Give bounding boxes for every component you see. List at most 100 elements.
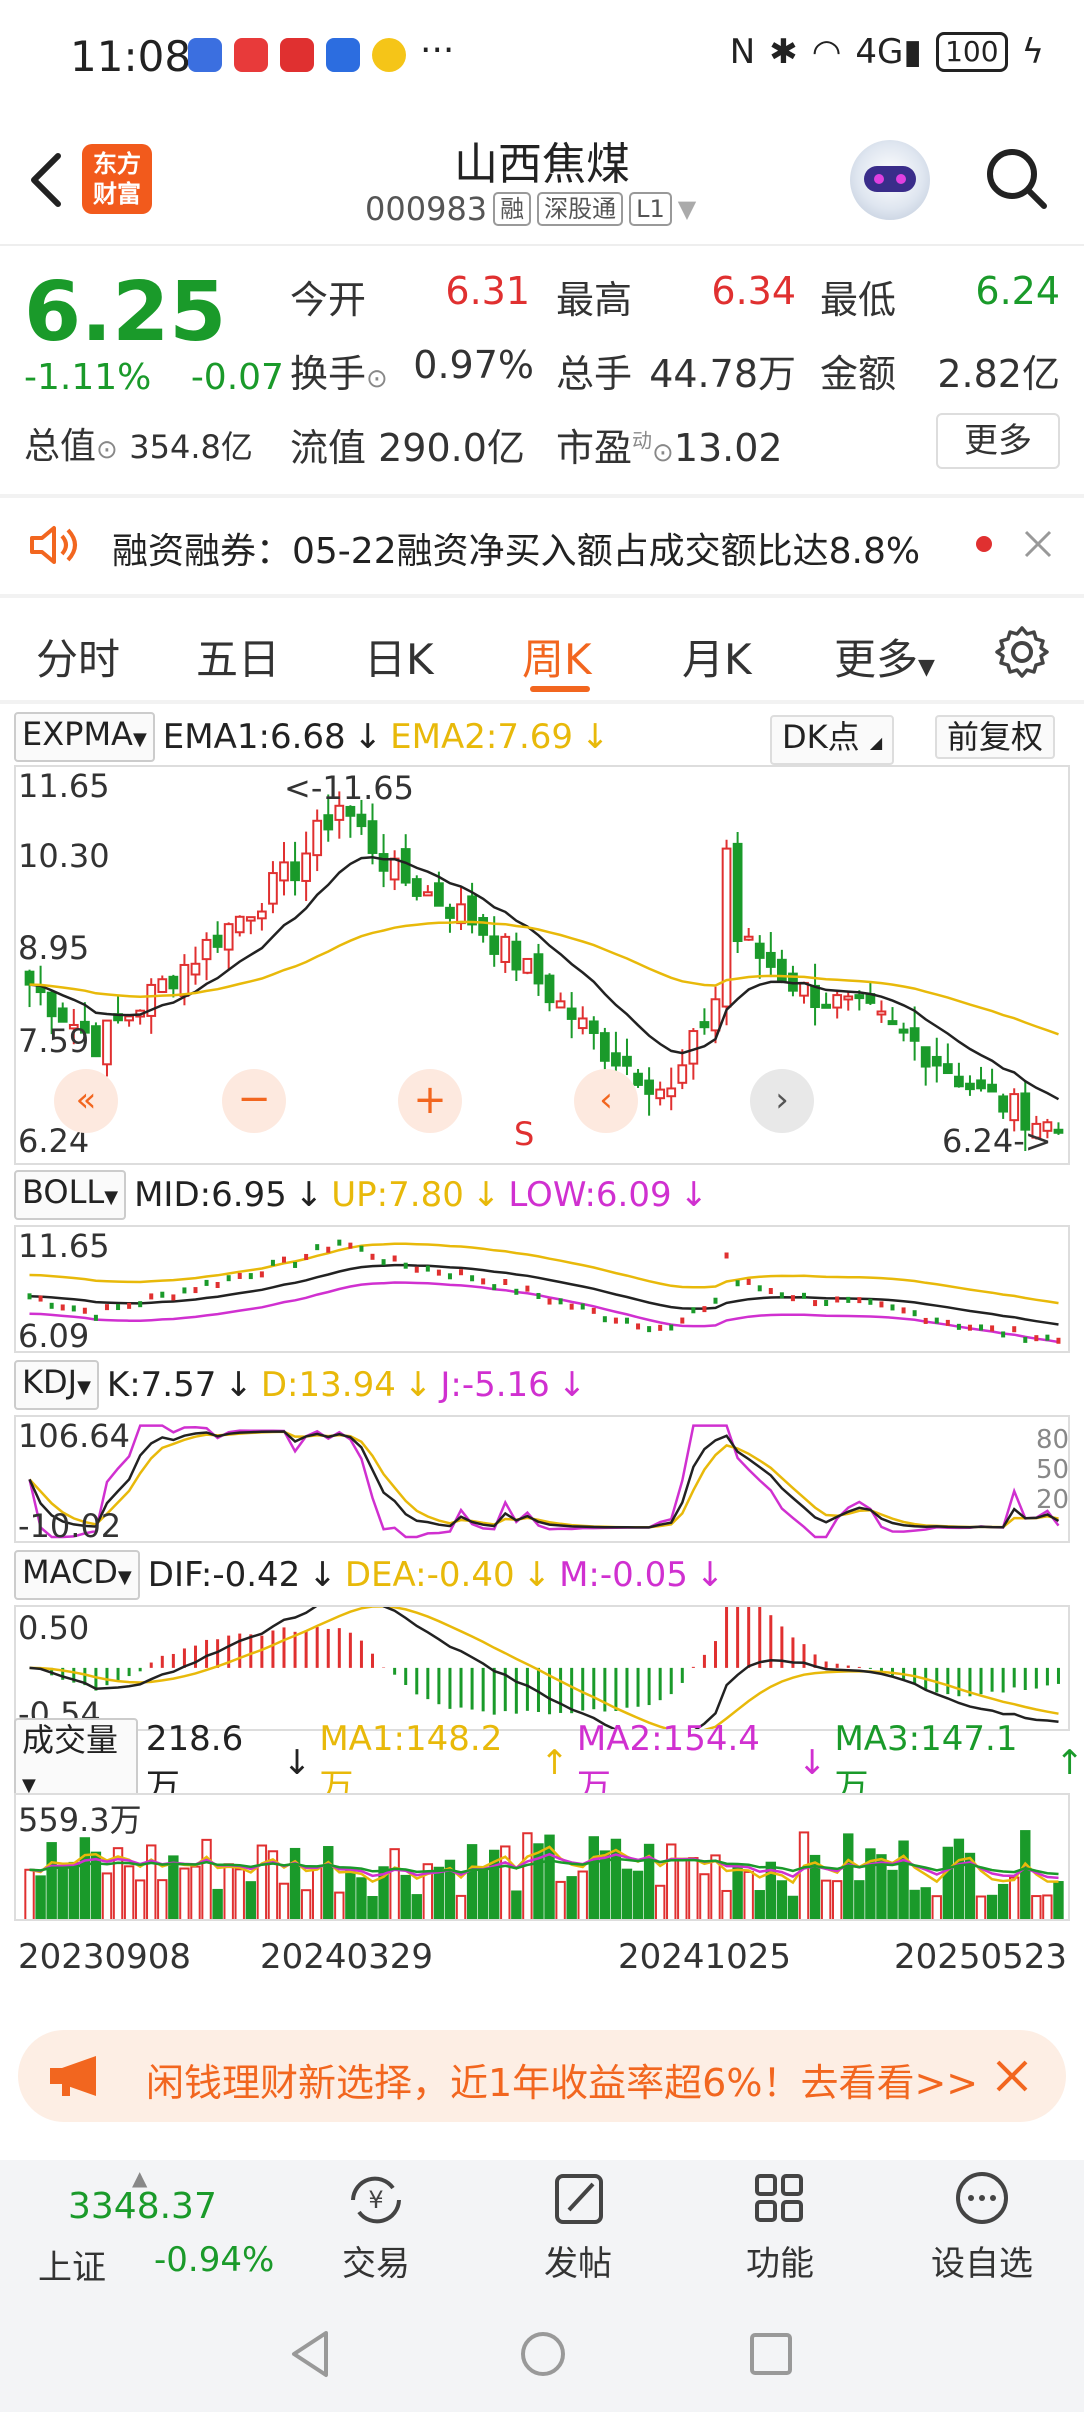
volume-bar (190, 1865, 201, 1919)
kdj-pane[interactable]: 106.64 -10.02 80 50 20 (14, 1415, 1070, 1543)
turnover-label: 换手⊙ (290, 352, 388, 396)
assistant-robot-icon[interactable] (850, 140, 930, 220)
volume-bar (632, 1870, 644, 1919)
macd-select[interactable]: MACD▼ (14, 1550, 140, 1600)
boll-candle (536, 1292, 541, 1299)
index-value[interactable]: 3348.37 (68, 2186, 217, 2227)
tab-monthly-k[interactable]: 月K (682, 626, 752, 687)
more-button[interactable]: 更多 (936, 413, 1060, 469)
low-value: 6.24 (975, 269, 1060, 313)
prev-button[interactable]: ‹ (574, 1069, 638, 1133)
candle-body (334, 804, 345, 821)
dropdown-icon[interactable]: ▼ (678, 195, 696, 223)
boll-candle (846, 1296, 851, 1303)
candle-body (577, 1017, 588, 1030)
candle-body (931, 1055, 942, 1067)
boll-candle (171, 1294, 176, 1301)
candle-body (920, 1046, 931, 1068)
boll-y-max: 11.65 (18, 1227, 110, 1265)
nav-trade[interactable]: ¥ 交易 (306, 2170, 446, 2285)
boll-candle (790, 1295, 795, 1302)
boll-candle (337, 1239, 342, 1246)
info-icon[interactable]: ⊙ (366, 364, 388, 394)
candle-body (367, 820, 378, 854)
margin-notice[interactable]: 融资融券：05-22融资净买入额占成交额比达8.8% (0, 498, 1084, 593)
index-name: 上证 (38, 2248, 106, 2288)
volume-bar (400, 1874, 411, 1919)
candle-body (456, 903, 466, 925)
kline-chart-area[interactable]: EXPMA▼ EMA1:6.68 ↓ EMA2:7.69 ↓ DK点 ◢ 前复权 1… (0, 705, 1084, 2005)
candle-body (522, 957, 533, 974)
candle-body (212, 934, 223, 948)
candle-body (223, 923, 234, 951)
next-button[interactable]: › (750, 1069, 814, 1133)
nav-functions[interactable]: 功能 (710, 2170, 850, 2285)
kline-pane[interactable]: 11.65 10.30 8.95 7.59 6.24 <-11.65 6.24-… (14, 765, 1070, 1165)
open-value: 6.31 (445, 269, 530, 313)
boll-candle (669, 1324, 674, 1331)
candle-body (124, 1015, 134, 1022)
nav-recents-icon[interactable] (748, 2331, 794, 2377)
candle-body (201, 938, 212, 961)
boll-candle (149, 1293, 154, 1300)
boll-candle (890, 1304, 895, 1311)
tab-more[interactable]: 更多▼ (834, 626, 935, 687)
max-annotation: <-11.65 (284, 769, 414, 807)
system-nav-bar (0, 2295, 1084, 2412)
dk-point-button[interactable]: DK点 ◢ (770, 715, 895, 765)
tab-five-day[interactable]: 五日 (196, 626, 280, 687)
volume-bar (212, 1888, 223, 1919)
boll-candle (116, 1304, 121, 1311)
tab-intraday[interactable]: 分时 (36, 626, 120, 687)
boll-candle (326, 1246, 331, 1253)
kdj-j: J:-5.16 (440, 1365, 550, 1405)
settings-gear-icon[interactable] (994, 624, 1050, 680)
candle-body (168, 975, 179, 990)
nav-add-watchlist[interactable]: 设自选 (912, 2170, 1052, 2285)
music-app-icon (188, 38, 222, 72)
close-icon[interactable] (1022, 528, 1054, 560)
boll-candle (802, 1292, 806, 1299)
zoom-in-button[interactable]: + (398, 1069, 462, 1133)
candle-body (976, 1079, 986, 1090)
boll-candle (182, 1287, 187, 1294)
boll-candle (270, 1259, 275, 1266)
candle-body (234, 915, 245, 934)
zoom-out-button[interactable]: − (222, 1069, 286, 1133)
volume-pane[interactable]: 559.3万 (14, 1793, 1070, 1921)
volume-bar (245, 1881, 257, 1919)
boll-candle (602, 1316, 607, 1323)
kdj-select[interactable]: KDJ▼ (14, 1360, 99, 1410)
tab-weekly-k[interactable]: 周K (522, 626, 592, 687)
macd-pane[interactable]: 0.50 -0.54 (14, 1605, 1070, 1731)
nav-post[interactable]: 发帖 (508, 2170, 648, 2285)
candle-body (157, 978, 168, 993)
promo-banner[interactable]: 闲钱理财新选择，近1年收益率超6%！去看看>> (18, 2030, 1066, 2122)
boll-select[interactable]: BOLL▼ (14, 1170, 127, 1220)
info-icon[interactable]: ⊙ (96, 435, 118, 465)
grid-icon (755, 2174, 803, 2222)
info-icon[interactable]: ⊙ (652, 438, 674, 468)
volume-bar (931, 1895, 942, 1919)
candle-body (843, 995, 854, 1001)
rewind-button[interactable]: « (54, 1069, 118, 1133)
volume-bar (654, 1884, 666, 1919)
search-icon[interactable] (982, 144, 1050, 212)
volume-bar (79, 1837, 91, 1919)
boll-candle (1001, 1331, 1006, 1338)
main-indicator-select[interactable]: EXPMA▼ (14, 712, 155, 762)
candle-body (732, 842, 743, 943)
nav-back-icon[interactable] (288, 2329, 332, 2379)
volume-bar (820, 1879, 832, 1919)
candle-body (743, 935, 754, 941)
nav-home-icon[interactable] (518, 2329, 568, 2379)
tab-daily-k[interactable]: 日K (364, 626, 434, 687)
volume-bar (854, 1880, 865, 1919)
boll-pane[interactable]: 11.65 6.09 (14, 1225, 1070, 1353)
bottom-nav: ▲ 3348.37 上证 -0.94% ¥ 交易 发帖 功能 设自选 (0, 2160, 1084, 2295)
adjust-button[interactable]: 前复权 (935, 715, 1056, 759)
close-icon[interactable] (994, 2058, 1030, 2094)
y-label-max: 11.65 (18, 767, 110, 805)
volume-bar (511, 1890, 522, 1919)
date-label: 20241025 (618, 1937, 792, 1977)
